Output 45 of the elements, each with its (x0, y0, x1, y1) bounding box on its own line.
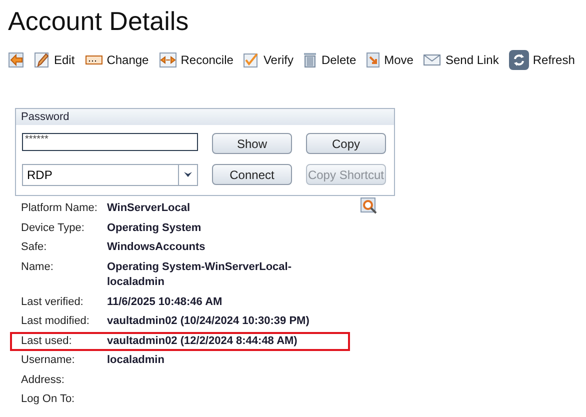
field-label: Address: (21, 372, 66, 388)
password-field-icon (84, 54, 103, 66)
field-value: Operating System (107, 220, 202, 236)
pencil-icon (34, 52, 50, 68)
trash-icon (303, 52, 318, 68)
field-label: Safe: (21, 240, 48, 255)
field-label: Last modified: (21, 314, 90, 329)
edit-button[interactable]: Edit (34, 52, 75, 68)
reconcile-button[interactable]: Reconcile (158, 52, 234, 68)
field-value: vaultadmin02 (12/2/2024 8:44:48 AM) (107, 334, 298, 348)
action-button[interactable]: Show (212, 133, 292, 154)
password-field[interactable]: ****** (22, 133, 198, 151)
reconcile-icon (158, 52, 177, 68)
field-label: Platform Name: (21, 201, 98, 216)
action-button[interactable]: Copy (306, 133, 386, 154)
field-value: 11/6/2025 10:48:46 AM (107, 294, 224, 310)
refresh-icon (508, 50, 529, 70)
field-value: WindowsAccounts (107, 240, 206, 255)
checkmark-icon (243, 52, 260, 68)
field-label: Last used: (21, 334, 73, 348)
refresh-button[interactable]: Refresh (508, 50, 575, 70)
back-button[interactable] (8, 52, 24, 68)
send-link-button[interactable]: Send Link (423, 53, 499, 67)
field-label: Device Type: (21, 220, 86, 236)
envelope-icon (423, 53, 442, 67)
field-value: Operating System-WinServerLocal-localadmin (107, 260, 293, 290)
verify-button[interactable]: Verify (243, 52, 294, 68)
panel-title: Password (16, 109, 394, 125)
page-title: Account Details (8, 6, 190, 37)
connection-dropdown[interactable]: RDP (22, 164, 198, 186)
back-arrow-icon (8, 52, 24, 68)
chevron-down-icon (184, 172, 192, 178)
field-value: vaultadmin02 (10/24/2024 10:30:39 PM) (107, 314, 310, 329)
move-button[interactable]: Move (366, 52, 414, 68)
field-label: Log On To: (21, 392, 76, 407)
field-label: Username: (21, 353, 76, 368)
action-button[interactable]: Connect (212, 164, 292, 185)
field-label: Name: (21, 260, 54, 274)
move-icon (366, 52, 380, 68)
delete-button[interactable]: Delete (303, 52, 356, 68)
field-label: Last verified: (21, 294, 84, 310)
magnifier-icon[interactable] (360, 197, 378, 215)
change-button[interactable]: Change (84, 53, 149, 67)
field-value: localadmin (107, 353, 166, 368)
field-value: WinServerLocal (107, 201, 192, 216)
